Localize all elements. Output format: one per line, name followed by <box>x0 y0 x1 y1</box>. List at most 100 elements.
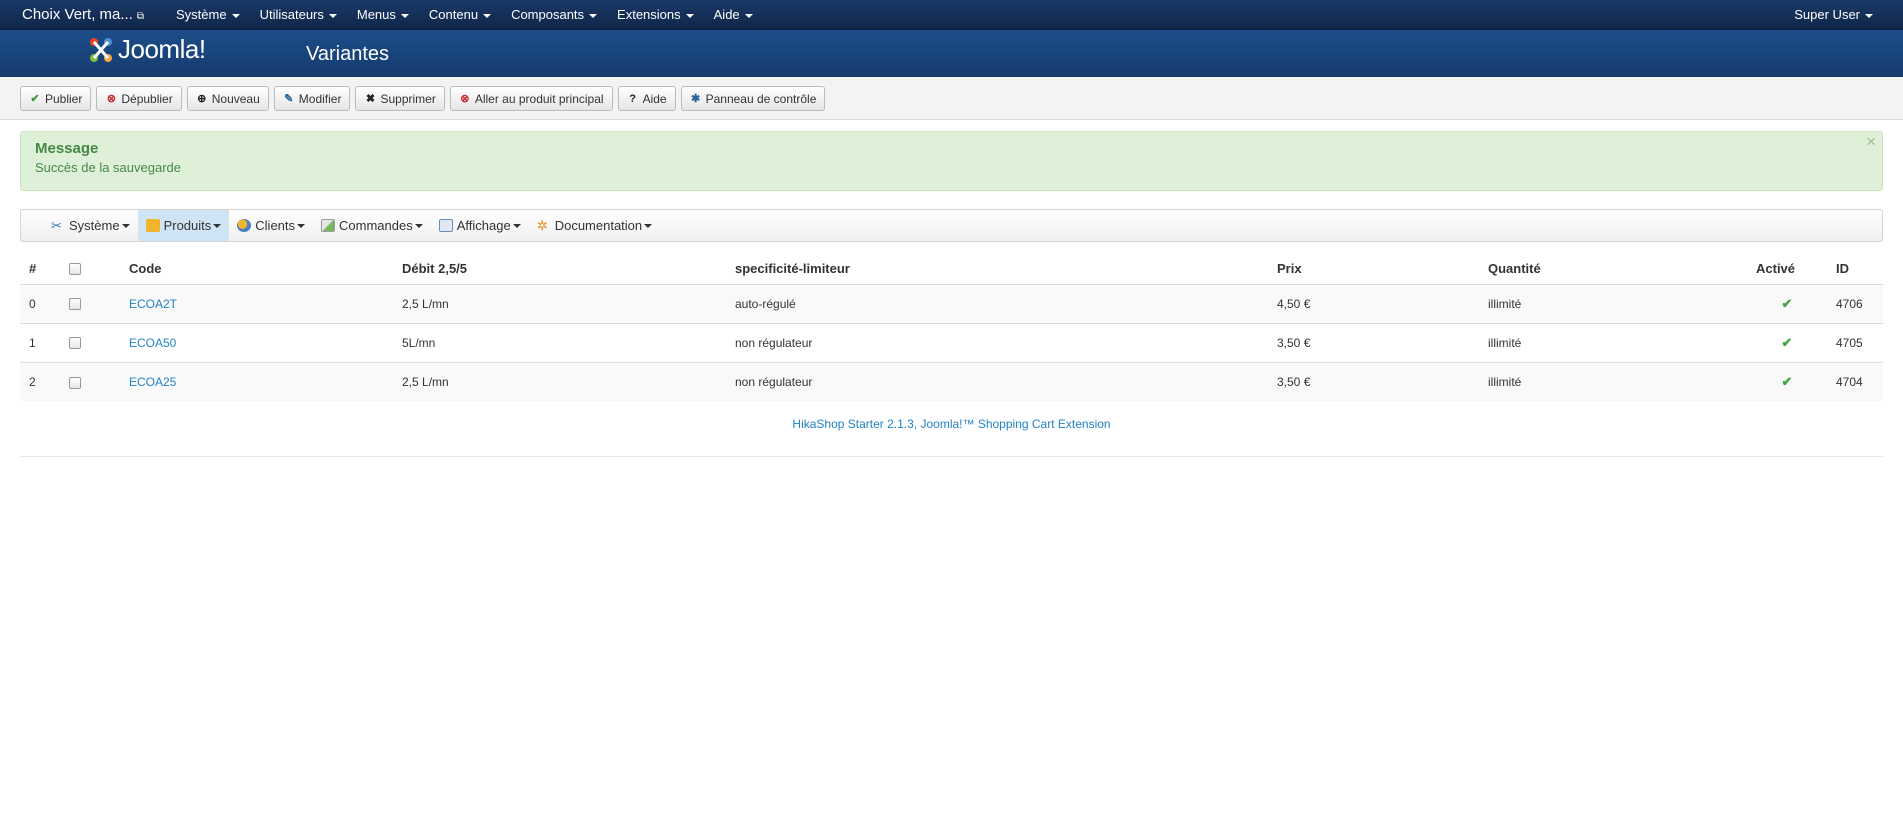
row-active: ✔ <box>1747 283 1827 323</box>
menu-label: Menus <box>356 7 396 22</box>
caret-down-icon <box>512 223 521 228</box>
asterisk-icon: ✱ <box>691 93 701 105</box>
unpublish-button[interactable]: ⊗ Dépublier <box>96 86 182 111</box>
row-price: 4,50 € <box>1268 283 1479 323</box>
col-num[interactable]: # <box>20 253 60 285</box>
submenu-label: Clients <box>255 218 296 233</box>
users-icon <box>237 219 252 232</box>
products-icon <box>145 219 160 232</box>
submenu-clients[interactable]: Clients <box>229 210 313 241</box>
goto-main-product-button[interactable]: ⊗ Aller au produit principal <box>449 86 613 111</box>
submenu-label: Documentation <box>554 218 643 233</box>
button-label: Dépublier <box>121 91 173 106</box>
cancel-circle-icon: ⊗ <box>106 93 116 105</box>
menu-utilisateurs[interactable]: Utilisateurs <box>260 0 337 30</box>
published-check-icon[interactable]: ✔ <box>1782 335 1793 350</box>
col-code[interactable]: Code <box>120 253 393 285</box>
menu-label: Contenu <box>428 7 479 22</box>
select-all-checkbox[interactable] <box>69 263 81 276</box>
submenu-commandes[interactable]: Commandes <box>313 210 431 241</box>
row-checkbox[interactable] <box>69 337 81 350</box>
published-check-icon[interactable]: ✔ <box>1782 296 1793 311</box>
row-select <box>60 361 120 401</box>
submenu-label: Affichage <box>456 218 511 233</box>
tools-icon: ✂ <box>51 218 62 233</box>
hikashop-credit-link[interactable]: HikaShop Starter 2.1.3, Joomla!™ Shoppin… <box>792 417 1110 431</box>
col-active[interactable]: Activé <box>1747 253 1827 285</box>
menu-extensions[interactable]: Extensions <box>617 0 694 30</box>
new-button[interactable]: ⊕ Nouveau <box>186 86 269 111</box>
table-row: 2 ECOA25 2,5 L/mn non régulateur 3,50 € … <box>20 361 1883 401</box>
col-id[interactable]: ID <box>1827 253 1883 285</box>
submenu-label: Commandes <box>339 218 413 233</box>
joomla-logo[interactable]: Joomla! <box>86 34 206 65</box>
publish-button[interactable]: ✔ Publier <box>20 86 92 111</box>
hikashop-submenu: ✂ Système Produits Clients Commandes Aff… <box>20 209 1883 242</box>
caret-down-icon <box>297 223 306 228</box>
col-quantity[interactable]: Quantité <box>1479 253 1747 285</box>
row-debit: 2,5 L/mn <box>393 283 726 323</box>
submenu-documentation[interactable]: ✲ Documentation <box>529 210 660 241</box>
success-alert: Message Succès de la sauvegarde × <box>20 131 1883 191</box>
menu-label: Extensions <box>617 7 681 22</box>
table-header-row: # Code Débit 2,5/5 specificité-limiteur … <box>20 253 1883 285</box>
caret-down-icon <box>1865 13 1873 18</box>
col-spec[interactable]: specificité-limiteur <box>726 253 1268 285</box>
variant-code-link[interactable]: ECOA50 <box>129 336 176 350</box>
variants-table: # Code Débit 2,5/5 specificité-limiteur … <box>20 253 1883 401</box>
published-check-icon[interactable]: ✔ <box>1782 374 1793 389</box>
help-button[interactable]: ? Aide <box>617 86 676 111</box>
col-debit[interactable]: Débit 2,5/5 <box>393 253 726 285</box>
row-id: 4706 <box>1827 283 1883 323</box>
button-label: Modifier <box>298 91 342 106</box>
menu-label: Aide <box>713 7 740 22</box>
menu-aide[interactable]: Aide <box>714 0 753 30</box>
button-label: Panneau de contrôle <box>705 91 817 106</box>
submenu-affichage[interactable]: Affichage <box>431 210 529 241</box>
submenu-produits[interactable]: Produits <box>137 210 230 241</box>
menu-systeme[interactable]: Système <box>176 0 240 30</box>
caret-down-icon <box>400 13 409 18</box>
row-select <box>60 283 120 323</box>
edit-button[interactable]: ✎ Modifier <box>273 86 351 111</box>
alert-close-icon[interactable]: × <box>1866 132 1876 152</box>
row-active: ✔ <box>1747 361 1827 401</box>
row-checkbox[interactable] <box>69 376 81 389</box>
menu-menus[interactable]: Menus <box>357 0 409 30</box>
row-id: 4705 <box>1827 322 1883 362</box>
footer-credit: HikaShop Starter 2.1.3, Joomla!™ Shoppin… <box>20 417 1883 431</box>
page-title: Variantes <box>306 43 390 65</box>
row-debit: 5L/mn <box>393 322 726 362</box>
delete-button[interactable]: ✖ Supprimer <box>355 86 445 111</box>
toolbar: ✔ Publier ⊗ Dépublier ⊕ Nouveau ✎ Modifier ✖… <box>20 86 830 111</box>
site-name-link[interactable]: Choix Vert, ma... ⧉ <box>22 6 144 23</box>
row-quantity: illimité <box>1479 361 1747 401</box>
caret-down-icon <box>213 223 222 228</box>
button-label: Aller au produit principal <box>474 91 604 106</box>
menu-composants[interactable]: Composants <box>511 0 598 30</box>
caret-down-icon <box>231 13 240 18</box>
variant-code-link[interactable]: ECOA25 <box>129 375 176 389</box>
row-checkbox[interactable] <box>69 298 81 311</box>
caret-down-icon <box>483 13 492 18</box>
button-label: Publier <box>45 91 83 106</box>
row-num: 0 <box>20 283 60 323</box>
menu-contenu[interactable]: Contenu <box>428 0 492 30</box>
display-icon <box>438 219 453 232</box>
row-price: 3,50 € <box>1268 322 1479 362</box>
user-menu[interactable]: Super User <box>1794 0 1873 30</box>
question-circle-icon: ? <box>629 92 636 105</box>
page-header: Joomla! Variantes <box>0 30 1903 77</box>
edit-icon: ✎ <box>284 93 294 105</box>
caret-down-icon <box>685 13 694 18</box>
toolbar-area: ✔ Publier ⊗ Dépublier ⊕ Nouveau ✎ Modifier ✖… <box>0 77 1903 120</box>
control-panel-button[interactable]: ✱ Panneau de contrôle <box>680 86 826 111</box>
close-icon: ✖ <box>365 93 376 105</box>
col-price[interactable]: Prix <box>1268 253 1479 285</box>
submenu-systeme[interactable]: ✂ Système <box>43 210 138 241</box>
joomla-logo-icon <box>90 37 112 62</box>
main-menu: Système Utilisateurs Menus Contenu Compo… <box>176 0 773 30</box>
menu-label: Utilisateurs <box>259 7 324 22</box>
help-lifebuoy-icon: ✲ <box>536 218 548 233</box>
variant-code-link[interactable]: ECOA2T <box>129 297 177 311</box>
